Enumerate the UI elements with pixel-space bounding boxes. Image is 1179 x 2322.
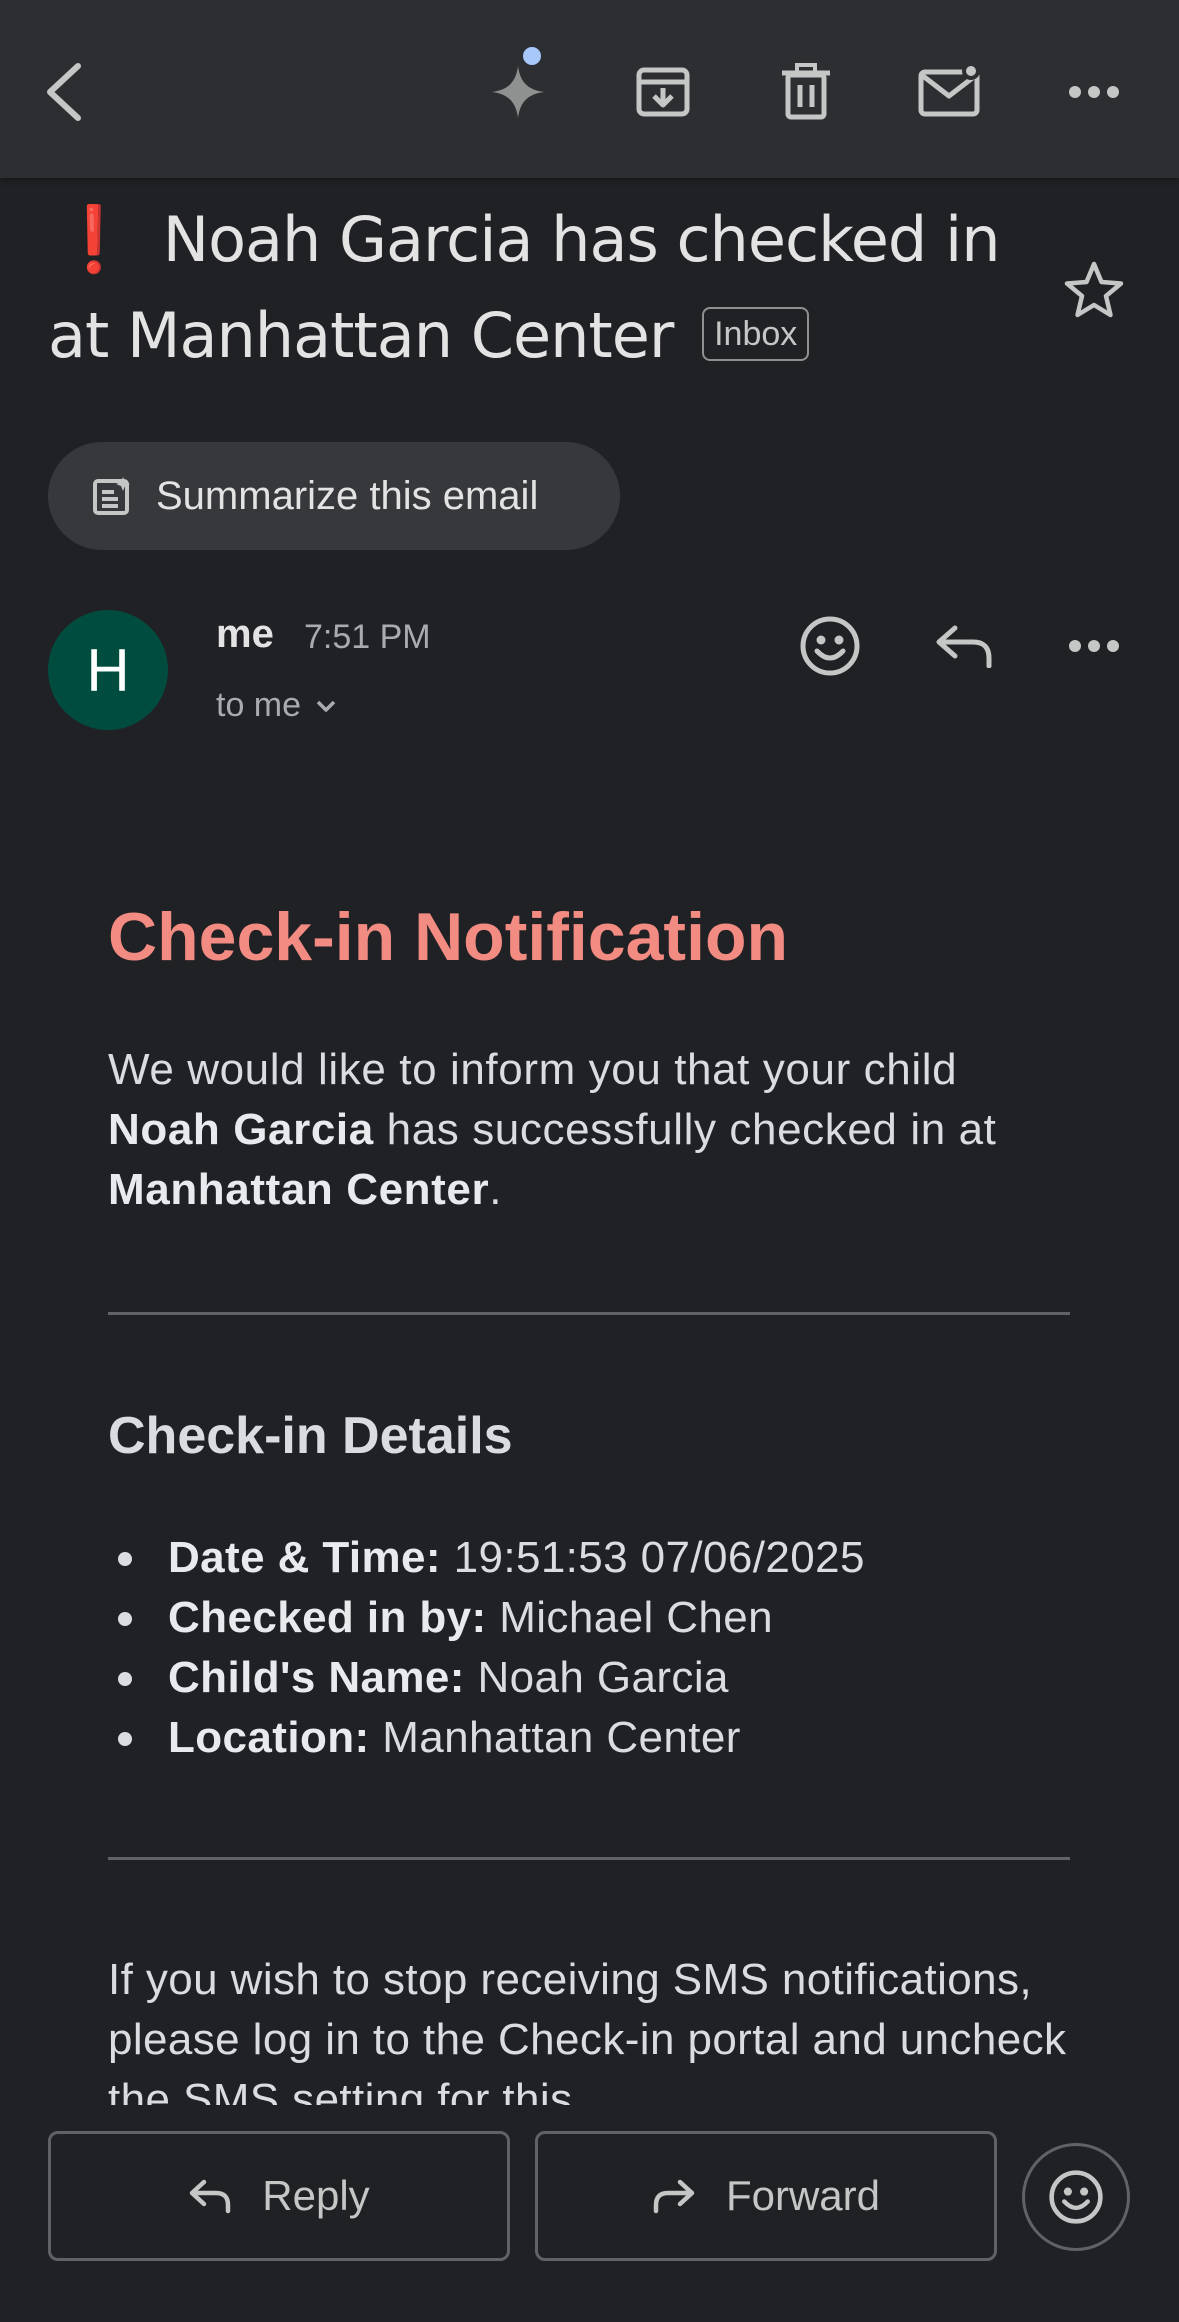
detail-value: Michael Chen (486, 1593, 774, 1642)
gemini-notification-dot (523, 47, 541, 65)
star-outline-icon (1063, 260, 1125, 320)
intro-text-1: We would like to inform you that your ch… (108, 1045, 958, 1094)
more-options-button[interactable] (1046, 44, 1142, 140)
emoji-reaction-button[interactable] (1022, 2143, 1130, 2251)
intro-text-3: . (489, 1165, 503, 1214)
more-horizontal-icon (1068, 639, 1120, 653)
detail-label: Location: (168, 1713, 370, 1762)
notification-heading: Check-in Notification (108, 899, 789, 975)
gemini-sparkle-icon (488, 62, 548, 122)
forward-label: Forward (725, 2172, 881, 2219)
detail-item-location: Location: Manhattan Center (108, 1708, 865, 1768)
detail-value: 19:51:53 07/06/2025 (440, 1533, 865, 1582)
reply-icon (188, 2178, 232, 2214)
detail-item-checked-in-by: Checked in by: Michael Chen (108, 1588, 865, 1648)
message-body: Check-in Notification We would like to i… (108, 0, 1072, 2105)
more-horizontal-icon (1068, 85, 1120, 99)
detail-label: Date & Time: (168, 1533, 441, 1582)
sms-unsubscribe-note: If you wish to stop receiving SMS notifi… (108, 1955, 1067, 2105)
archive-icon (635, 64, 691, 120)
delete-button[interactable] (758, 44, 854, 140)
location-name: Manhattan Center (108, 1165, 490, 1214)
child-name: Noah Garcia (108, 1105, 374, 1154)
trash-icon (780, 63, 832, 121)
details-list: Date & Time: 19:51:53 07/06/2025 Checked… (108, 1528, 865, 1768)
detail-value: Manhattan Center (369, 1713, 741, 1762)
detail-item-datetime: Date & Time: 19:51:53 07/06/2025 (108, 1528, 865, 1588)
divider (108, 1312, 1070, 1315)
detail-value: Noah Garcia (464, 1653, 729, 1702)
reply-button[interactable]: Reply (48, 2131, 510, 2261)
top-app-bar (0, 0, 1179, 178)
emoji-reaction-icon (1048, 2169, 1104, 2225)
arrow-back-icon (42, 60, 90, 124)
reply-label: Reply (262, 2172, 370, 2219)
detail-label: Child's Name: (168, 1653, 465, 1702)
back-button[interactable] (18, 44, 114, 140)
intro-paragraph: We would like to inform you that your ch… (108, 1040, 1072, 1220)
mark-unread-button[interactable] (902, 44, 998, 140)
detail-label: Checked in by: (168, 1593, 487, 1642)
archive-button[interactable] (615, 44, 711, 140)
intro-text-2: has successfully checked in at (373, 1105, 997, 1154)
gemini-button[interactable] (470, 44, 566, 140)
bottom-action-bar: Reply Forward (0, 2105, 1179, 2322)
forward-button[interactable]: Forward (535, 2131, 997, 2261)
detail-item-child-name: Child's Name: Noah Garcia (108, 1648, 865, 1708)
divider (108, 1857, 1070, 1860)
forward-icon (652, 2178, 696, 2214)
details-heading: Check-in Details (108, 1407, 513, 1465)
unread-dot (962, 62, 980, 80)
